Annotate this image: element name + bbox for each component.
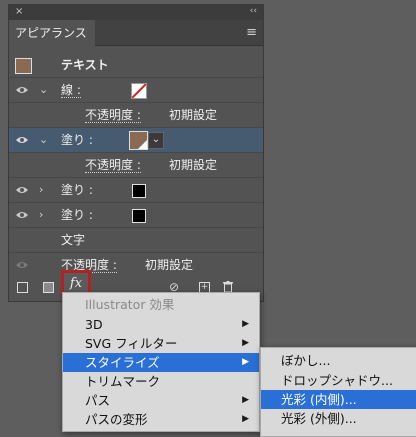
swatch-dropdown-icon[interactable]: ⌄ (148, 132, 164, 149)
opacity-value: 初期設定 (145, 258, 194, 272)
object-label: テキスト (61, 58, 109, 72)
delete-trash-icon[interactable] (223, 281, 233, 293)
chevron-right-icon[interactable]: › (39, 203, 43, 227)
opacity-value: 初期設定 (169, 158, 218, 172)
collapse-icon[interactable]: ‹‹ (250, 6, 257, 16)
chevron-right-icon[interactable]: › (39, 178, 43, 202)
object-row[interactable]: テキスト (9, 53, 263, 78)
add-stroke-icon[interactable] (17, 282, 28, 293)
fill-label: 塗り : (61, 183, 93, 197)
add-fill-icon[interactable] (43, 282, 54, 293)
submenu-arrow-icon: ▶ (242, 319, 249, 329)
fill-label: 塗り : (61, 133, 93, 147)
fill-black-swatch[interactable] (132, 184, 146, 198)
opacity-value: 初期設定 (169, 108, 218, 122)
menu-item-trim-marks[interactable]: トリムマーク (63, 372, 259, 391)
menu-item-svg-filter[interactable]: SVG フィルター ▶ (63, 334, 259, 353)
visibility-eye-icon[interactable] (15, 178, 31, 202)
menu-item-path[interactable]: パス ▶ (63, 391, 259, 410)
submenu-item-drop-shadow[interactable]: ドロップシャドウ... (261, 371, 416, 390)
submenu-arrow-icon: ▶ (242, 357, 249, 367)
panel-top-strip: × ‹‹ (9, 5, 263, 20)
opacity-row[interactable]: 不透明度 : 初期設定 (9, 253, 263, 277)
fill-label: 塗り : (61, 208, 93, 222)
visibility-eye-icon[interactable] (15, 203, 31, 227)
menu-item-3d[interactable]: 3D ▶ (63, 315, 259, 334)
chevron-down-icon[interactable]: ⌄ (39, 78, 48, 102)
submenu-arrow-icon: ▶ (242, 414, 249, 424)
submenu-item-outer-glow[interactable]: 光彩 (外側)... (261, 409, 416, 428)
submenu-item-feather[interactable]: ぼかし... (261, 351, 416, 370)
opacity-row[interactable]: 不透明度 : 初期設定 (9, 153, 263, 178)
close-icon[interactable]: × (15, 6, 23, 17)
effect-menu: Illustrator 効果 3D ▶ SVG フィルター ▶ スタイライズ ▶ トリ… (62, 292, 260, 432)
opacity-label[interactable]: 不透明度 : (85, 108, 141, 123)
fill-row[interactable]: › 塗り : (9, 178, 263, 203)
characters-label: 文字 (61, 233, 86, 247)
stroke-label[interactable]: 線 : (61, 83, 81, 98)
fill-black-swatch[interactable] (132, 209, 146, 223)
menu-header: Illustrator 効果 (85, 297, 175, 312)
menu-item-stylize[interactable]: スタイライズ ▶ (63, 353, 259, 372)
stroke-none-swatch[interactable] (131, 83, 147, 99)
object-swatch (15, 58, 32, 74)
submenu-arrow-icon: ▶ (242, 338, 249, 348)
opacity-label[interactable]: 不透明度 : (85, 158, 141, 173)
fill-row-selected[interactable]: ⌄ 塗り : ⌄ (9, 128, 263, 153)
appearance-panel: × ‹‹ アピアランス ≡ テキスト ⌄ 線 : 不透明度 : 初期設定 ⌄ 塗… (8, 4, 264, 302)
opacity-row[interactable]: 不透明度 : 初期設定 (9, 103, 263, 128)
menu-item-distort-transform[interactable]: パスの変形 ▶ (63, 410, 259, 429)
tab-appearance[interactable]: アピアランス (9, 20, 95, 46)
visibility-eye-icon[interactable] (15, 128, 31, 152)
fill-row[interactable]: › 塗り : (9, 203, 263, 228)
visibility-eye-icon[interactable] (15, 253, 31, 277)
visibility-eye-icon[interactable] (15, 78, 31, 102)
characters-row[interactable]: 文字 (9, 228, 263, 253)
stylize-submenu: ぼかし... ドロップシャドウ... 光彩 (内側)... 光彩 (外側)... (260, 347, 416, 437)
submenu-item-inner-glow[interactable]: 光彩 (内側)... (261, 390, 416, 409)
stroke-row[interactable]: ⌄ 線 : (9, 78, 263, 103)
panel-menu-icon[interactable]: ≡ (246, 25, 257, 40)
submenu-arrow-icon: ▶ (242, 395, 249, 405)
chevron-down-icon[interactable]: ⌄ (39, 128, 48, 152)
fill-color-swatch[interactable] (129, 131, 148, 150)
